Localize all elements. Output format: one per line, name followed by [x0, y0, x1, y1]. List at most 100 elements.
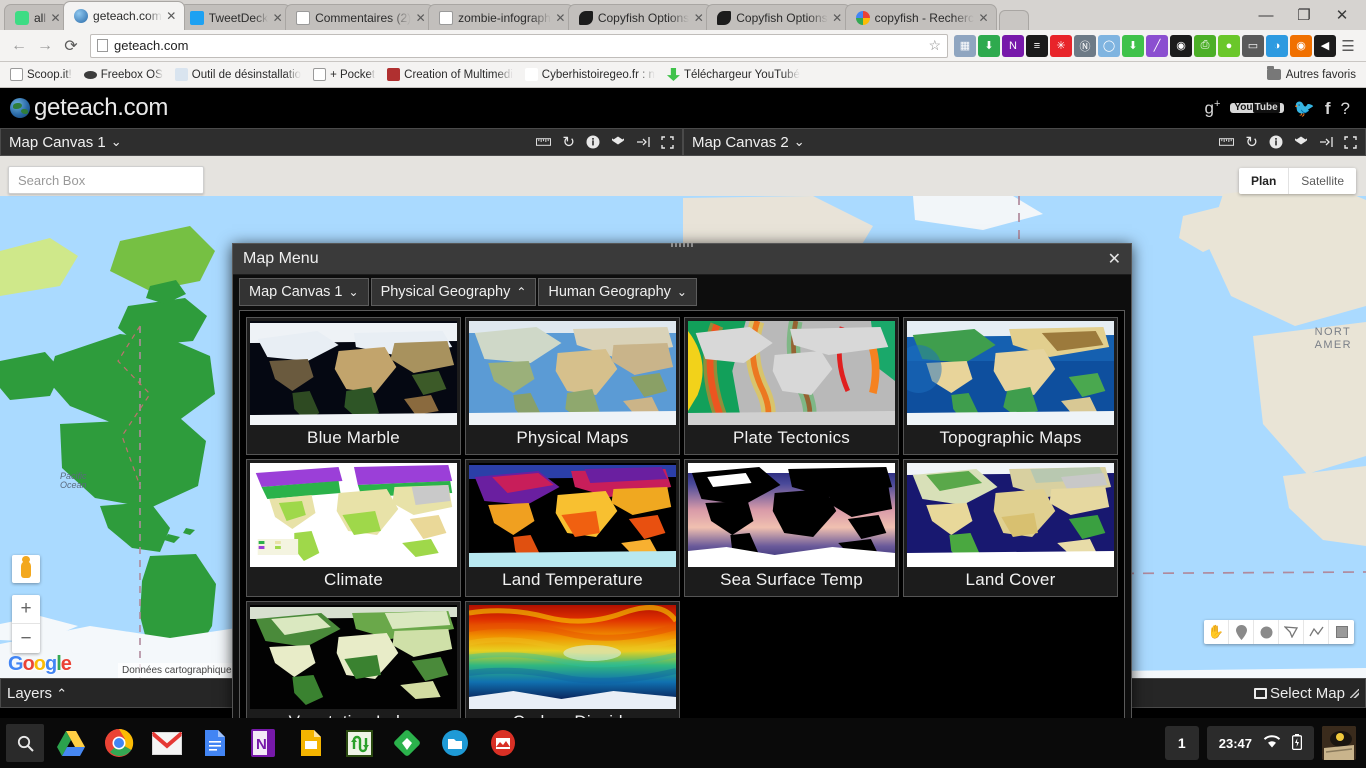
eye-dark-icon[interactable]: ◉ — [1170, 34, 1192, 57]
sync-icon[interactable] — [1319, 136, 1333, 148]
fullscreen-icon[interactable] — [1344, 135, 1357, 149]
pen-purple-icon[interactable]: ╱ — [1146, 34, 1168, 57]
map-card-blue-marble[interactable]: Blue Marble — [246, 316, 461, 455]
twitter-icon[interactable]: 🐦 — [1294, 100, 1315, 117]
copyfish-icon[interactable]: ◀ — [1314, 34, 1336, 57]
resize-grip-icon[interactable] — [1350, 688, 1359, 698]
camera-blue-icon[interactable]: ◯ — [1098, 34, 1120, 57]
print-green-icon[interactable]: ⎙ — [1194, 34, 1216, 57]
browser-tab[interactable]: Commentaires (2) ✕ — [285, 4, 435, 30]
close-icon[interactable]: ✕ — [1108, 249, 1121, 269]
photos-red-icon[interactable] — [486, 726, 520, 760]
search-icon[interactable] — [6, 724, 44, 762]
browser-tab[interactable]: zombie-infograph ✕ — [428, 4, 574, 30]
browser-tab[interactable]: Copyfish Options ✕ — [706, 4, 851, 30]
window-count-badge[interactable]: 1 — [1164, 726, 1199, 760]
onenote-icon[interactable]: N — [1002, 34, 1024, 57]
dialog-tab-physical-geography[interactable]: Physical Geography ⌃ — [370, 277, 537, 306]
fullscreen-icon[interactable] — [661, 135, 674, 149]
bookmark-item[interactable]: Téléchargeur YouTubé — [661, 68, 806, 81]
street-view-pegman[interactable] — [12, 555, 40, 583]
map-card-co2[interactable]: Carbon Dioxide — [465, 600, 680, 718]
map-card-climate[interactable]: Climate — [246, 458, 461, 597]
rectangle-icon[interactable] — [1329, 620, 1354, 644]
sync-green-icon[interactable] — [342, 726, 376, 760]
ruler-icon[interactable] — [536, 136, 552, 148]
dialog-tab-map-canvas-1[interactable]: Map Canvas 1 ⌄ — [239, 277, 369, 306]
help-icon[interactable]: ? — [1341, 100, 1350, 117]
system-tray[interactable]: 23:47 — [1206, 726, 1314, 760]
google-docs-icon[interactable] — [198, 726, 232, 760]
browser-tab[interactable]: geteach.com ✕ — [63, 1, 185, 30]
close-tab-icon[interactable]: ✕ — [831, 11, 844, 25]
info-icon[interactable] — [586, 135, 600, 149]
asterisk-red-icon[interactable]: ✳ — [1050, 34, 1072, 57]
speech-bubble-icon[interactable]: ▭ — [1242, 34, 1264, 57]
files-icon[interactable] — [438, 726, 472, 760]
new-tab-button[interactable] — [999, 10, 1029, 30]
feedly-icon[interactable] — [390, 726, 424, 760]
onenote-icon[interactable]: N — [246, 726, 280, 760]
google-slides-icon[interactable] — [294, 726, 328, 760]
back-button[interactable]: ← — [6, 33, 32, 59]
map-card-land-temp[interactable]: Land Temperature — [465, 458, 680, 597]
google-plus-icon[interactable]: g+ — [1204, 99, 1220, 117]
info-icon[interactable] — [1269, 135, 1283, 149]
gmail-icon[interactable] — [150, 726, 184, 760]
map-card-tectonics[interactable]: Plate Tectonics — [684, 316, 899, 455]
circle-icon[interactable] — [1254, 620, 1279, 644]
close-tab-icon[interactable]: ✕ — [414, 11, 427, 25]
map-card-topographic[interactable]: Topographic Maps — [903, 316, 1118, 455]
plan-button[interactable]: Plan — [1239, 168, 1290, 194]
bookmark-item[interactable]: + Pocket — [307, 68, 381, 81]
minimize-button[interactable]: — — [1248, 1, 1284, 29]
chrome-icon[interactable] — [102, 726, 136, 760]
map-card-sst[interactable]: Sea Surface Temp — [684, 458, 899, 597]
close-window-button[interactable]: ✕ — [1324, 1, 1360, 29]
ruler-icon[interactable] — [1219, 136, 1235, 148]
refresh-icon[interactable]: ↻ — [562, 133, 575, 151]
user-avatar[interactable] — [1322, 726, 1356, 760]
close-tab-icon[interactable]: ✕ — [165, 9, 178, 23]
dialog-tab-human-geography[interactable]: Human Geography ⌄ — [538, 277, 697, 306]
address-bar[interactable]: geteach.com ☆ — [90, 33, 948, 58]
google-drive-icon[interactable] — [54, 726, 88, 760]
map-canvas-2-selector[interactable]: Map Canvas 2 ⌄ — [692, 134, 805, 151]
other-bookmarks-button[interactable]: Autres favoris — [1266, 66, 1362, 81]
hand-icon[interactable]: ✋ — [1204, 620, 1229, 644]
search-input[interactable]: Search Box — [8, 166, 204, 194]
marker-icon[interactable] — [1229, 620, 1254, 644]
forward-button[interactable]: → — [32, 33, 58, 59]
nimbus-icon[interactable]: Ⓝ — [1074, 34, 1096, 57]
polygon-icon[interactable] — [1279, 620, 1304, 644]
download-green-icon[interactable]: ⬇ — [978, 34, 1000, 57]
layers-icon[interactable] — [1294, 135, 1308, 149]
reload-button[interactable]: ⟳ — [58, 33, 84, 59]
browser-tab[interactable]: copyfish - Recherc ✕ — [844, 4, 997, 30]
bookmark-item[interactable]: Scoop.it! — [4, 68, 78, 81]
dialog-title-bar[interactable]: Map Menu ✕ — [233, 244, 1131, 275]
refresh-icon[interactable]: ↻ — [1245, 133, 1258, 151]
dialog-drag-handle[interactable] — [671, 243, 693, 247]
bookmark-item[interactable]: Cyberhistoiregeo.fr : n — [519, 68, 661, 81]
close-tab-icon[interactable]: ✕ — [977, 11, 990, 25]
extension-grid-icon[interactable]: ▦ — [954, 34, 976, 57]
bookmark-item[interactable]: Freebox OS — [78, 69, 169, 81]
page-info-icon[interactable] — [97, 39, 108, 52]
sync-icon[interactable] — [636, 136, 650, 148]
bear-blue-icon[interactable]: ◑ — [1266, 34, 1288, 57]
map-canvas-1-selector[interactable]: Map Canvas 1 ⌄ — [9, 134, 122, 151]
browser-tab[interactable]: Copyfish Options ✕ — [567, 4, 713, 30]
polyline-icon[interactable] — [1304, 620, 1329, 644]
map-card-vegetation[interactable]: Vegetation Index — [246, 600, 461, 718]
zoom-out-button[interactable]: − — [12, 624, 40, 653]
browser-tab[interactable]: TweetDeck ✕ — [178, 4, 292, 30]
satellite-button[interactable]: Satellite — [1289, 168, 1356, 194]
map-card-physical[interactable]: Physical Maps — [465, 316, 680, 455]
facebook-icon[interactable]: f — [1325, 100, 1331, 117]
layers-button-1[interactable]: Layers ⌃ — [7, 685, 67, 702]
filmstrip-icon[interactable]: ≡ — [1026, 34, 1048, 57]
bookmark-item[interactable]: Outil de désinstallatio — [169, 68, 307, 81]
bookmark-star-icon[interactable]: ☆ — [928, 37, 941, 54]
close-tab-icon[interactable]: ✕ — [49, 11, 62, 25]
